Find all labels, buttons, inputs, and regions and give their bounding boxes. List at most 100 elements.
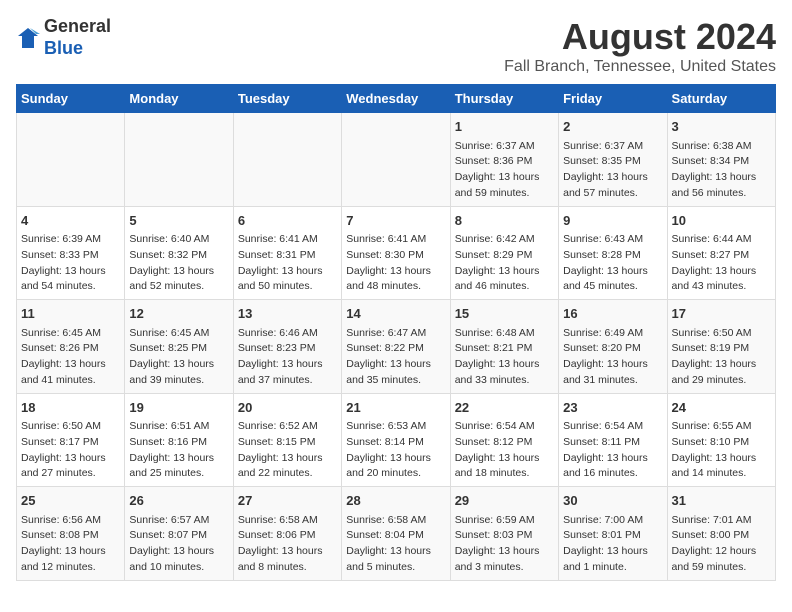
calendar-cell: 28Sunrise: 6:58 AM Sunset: 8:04 PM Dayli… (342, 487, 450, 581)
calendar-cell: 2Sunrise: 6:37 AM Sunset: 8:35 PM Daylig… (559, 113, 667, 207)
calendar-cell: 18Sunrise: 6:50 AM Sunset: 8:17 PM Dayli… (17, 393, 125, 487)
calendar-cell: 15Sunrise: 6:48 AM Sunset: 8:21 PM Dayli… (450, 300, 558, 394)
day-info: Sunrise: 6:44 AM Sunset: 8:27 PM Dayligh… (672, 232, 771, 295)
logo-text: General Blue (44, 16, 111, 59)
calendar-cell: 14Sunrise: 6:47 AM Sunset: 8:22 PM Dayli… (342, 300, 450, 394)
calendar-cell: 25Sunrise: 6:56 AM Sunset: 8:08 PM Dayli… (17, 487, 125, 581)
calendar-cell: 7Sunrise: 6:41 AM Sunset: 8:30 PM Daylig… (342, 206, 450, 300)
day-number: 18 (21, 398, 120, 418)
day-number: 10 (672, 211, 771, 231)
day-info: Sunrise: 6:46 AM Sunset: 8:23 PM Dayligh… (238, 326, 337, 389)
day-number: 4 (21, 211, 120, 231)
calendar-cell: 1Sunrise: 6:37 AM Sunset: 8:36 PM Daylig… (450, 113, 558, 207)
week-row-3: 11Sunrise: 6:45 AM Sunset: 8:26 PM Dayli… (17, 300, 776, 394)
calendar-cell: 22Sunrise: 6:54 AM Sunset: 8:12 PM Dayli… (450, 393, 558, 487)
calendar-cell: 10Sunrise: 6:44 AM Sunset: 8:27 PM Dayli… (667, 206, 775, 300)
calendar-cell: 11Sunrise: 6:45 AM Sunset: 8:26 PM Dayli… (17, 300, 125, 394)
week-row-5: 25Sunrise: 6:56 AM Sunset: 8:08 PM Dayli… (17, 487, 776, 581)
day-info: Sunrise: 6:50 AM Sunset: 8:17 PM Dayligh… (21, 419, 120, 482)
calendar-cell: 16Sunrise: 6:49 AM Sunset: 8:20 PM Dayli… (559, 300, 667, 394)
day-number: 25 (21, 491, 120, 511)
header-cell-tuesday: Tuesday (233, 85, 341, 113)
week-row-1: 1Sunrise: 6:37 AM Sunset: 8:36 PM Daylig… (17, 113, 776, 207)
calendar-cell: 30Sunrise: 7:00 AM Sunset: 8:01 PM Dayli… (559, 487, 667, 581)
week-row-2: 4Sunrise: 6:39 AM Sunset: 8:33 PM Daylig… (17, 206, 776, 300)
day-number: 1 (455, 117, 554, 137)
day-info: Sunrise: 6:52 AM Sunset: 8:15 PM Dayligh… (238, 419, 337, 482)
day-info: Sunrise: 7:00 AM Sunset: 8:01 PM Dayligh… (563, 513, 662, 576)
day-info: Sunrise: 6:40 AM Sunset: 8:32 PM Dayligh… (129, 232, 228, 295)
day-info: Sunrise: 6:41 AM Sunset: 8:30 PM Dayligh… (346, 232, 445, 295)
header-row: SundayMondayTuesdayWednesdayThursdayFrid… (17, 85, 776, 113)
day-number: 28 (346, 491, 445, 511)
calendar-cell: 19Sunrise: 6:51 AM Sunset: 8:16 PM Dayli… (125, 393, 233, 487)
day-number: 5 (129, 211, 228, 231)
calendar-cell: 21Sunrise: 6:53 AM Sunset: 8:14 PM Dayli… (342, 393, 450, 487)
day-info: Sunrise: 6:42 AM Sunset: 8:29 PM Dayligh… (455, 232, 554, 295)
day-number: 22 (455, 398, 554, 418)
day-number: 21 (346, 398, 445, 418)
calendar-cell: 20Sunrise: 6:52 AM Sunset: 8:15 PM Dayli… (233, 393, 341, 487)
header-cell-thursday: Thursday (450, 85, 558, 113)
day-info: Sunrise: 6:54 AM Sunset: 8:12 PM Dayligh… (455, 419, 554, 482)
calendar-cell: 24Sunrise: 6:55 AM Sunset: 8:10 PM Dayli… (667, 393, 775, 487)
day-info: Sunrise: 6:59 AM Sunset: 8:03 PM Dayligh… (455, 513, 554, 576)
day-number: 2 (563, 117, 662, 137)
subtitle: Fall Branch, Tennessee, United States (504, 58, 776, 76)
logo-icon (16, 26, 40, 50)
day-info: Sunrise: 7:01 AM Sunset: 8:00 PM Dayligh… (672, 513, 771, 576)
day-number: 8 (455, 211, 554, 231)
day-info: Sunrise: 6:38 AM Sunset: 8:34 PM Dayligh… (672, 139, 771, 202)
calendar-cell: 23Sunrise: 6:54 AM Sunset: 8:11 PM Dayli… (559, 393, 667, 487)
day-number: 15 (455, 304, 554, 324)
header-cell-monday: Monday (125, 85, 233, 113)
day-info: Sunrise: 6:48 AM Sunset: 8:21 PM Dayligh… (455, 326, 554, 389)
day-number: 12 (129, 304, 228, 324)
day-number: 30 (563, 491, 662, 511)
week-row-4: 18Sunrise: 6:50 AM Sunset: 8:17 PM Dayli… (17, 393, 776, 487)
day-info: Sunrise: 6:37 AM Sunset: 8:36 PM Dayligh… (455, 139, 554, 202)
calendar-cell (125, 113, 233, 207)
day-number: 19 (129, 398, 228, 418)
calendar-cell: 3Sunrise: 6:38 AM Sunset: 8:34 PM Daylig… (667, 113, 775, 207)
calendar-cell: 6Sunrise: 6:41 AM Sunset: 8:31 PM Daylig… (233, 206, 341, 300)
day-info: Sunrise: 6:50 AM Sunset: 8:19 PM Dayligh… (672, 326, 771, 389)
calendar-cell (233, 113, 341, 207)
day-number: 6 (238, 211, 337, 231)
day-number: 3 (672, 117, 771, 137)
day-number: 31 (672, 491, 771, 511)
day-info: Sunrise: 6:58 AM Sunset: 8:06 PM Dayligh… (238, 513, 337, 576)
calendar-cell: 12Sunrise: 6:45 AM Sunset: 8:25 PM Dayli… (125, 300, 233, 394)
header-cell-sunday: Sunday (17, 85, 125, 113)
day-info: Sunrise: 6:45 AM Sunset: 8:26 PM Dayligh… (21, 326, 120, 389)
day-number: 27 (238, 491, 337, 511)
day-number: 20 (238, 398, 337, 418)
calendar-cell: 13Sunrise: 6:46 AM Sunset: 8:23 PM Dayli… (233, 300, 341, 394)
day-info: Sunrise: 6:58 AM Sunset: 8:04 PM Dayligh… (346, 513, 445, 576)
calendar-cell: 4Sunrise: 6:39 AM Sunset: 8:33 PM Daylig… (17, 206, 125, 300)
calendar-cell: 5Sunrise: 6:40 AM Sunset: 8:32 PM Daylig… (125, 206, 233, 300)
day-number: 13 (238, 304, 337, 324)
day-info: Sunrise: 6:53 AM Sunset: 8:14 PM Dayligh… (346, 419, 445, 482)
calendar-cell: 29Sunrise: 6:59 AM Sunset: 8:03 PM Dayli… (450, 487, 558, 581)
day-info: Sunrise: 6:55 AM Sunset: 8:10 PM Dayligh… (672, 419, 771, 482)
calendar-cell: 27Sunrise: 6:58 AM Sunset: 8:06 PM Dayli… (233, 487, 341, 581)
calendar-cell: 31Sunrise: 7:01 AM Sunset: 8:00 PM Dayli… (667, 487, 775, 581)
day-info: Sunrise: 6:56 AM Sunset: 8:08 PM Dayligh… (21, 513, 120, 576)
calendar-cell: 17Sunrise: 6:50 AM Sunset: 8:19 PM Dayli… (667, 300, 775, 394)
header-cell-wednesday: Wednesday (342, 85, 450, 113)
day-info: Sunrise: 6:47 AM Sunset: 8:22 PM Dayligh… (346, 326, 445, 389)
calendar-table: SundayMondayTuesdayWednesdayThursdayFrid… (16, 84, 776, 581)
day-number: 16 (563, 304, 662, 324)
day-number: 7 (346, 211, 445, 231)
day-info: Sunrise: 6:54 AM Sunset: 8:11 PM Dayligh… (563, 419, 662, 482)
day-number: 26 (129, 491, 228, 511)
day-number: 23 (563, 398, 662, 418)
day-number: 11 (21, 304, 120, 324)
day-info: Sunrise: 6:39 AM Sunset: 8:33 PM Dayligh… (21, 232, 120, 295)
day-info: Sunrise: 6:45 AM Sunset: 8:25 PM Dayligh… (129, 326, 228, 389)
day-number: 29 (455, 491, 554, 511)
day-info: Sunrise: 6:43 AM Sunset: 8:28 PM Dayligh… (563, 232, 662, 295)
day-info: Sunrise: 6:49 AM Sunset: 8:20 PM Dayligh… (563, 326, 662, 389)
calendar-cell (342, 113, 450, 207)
